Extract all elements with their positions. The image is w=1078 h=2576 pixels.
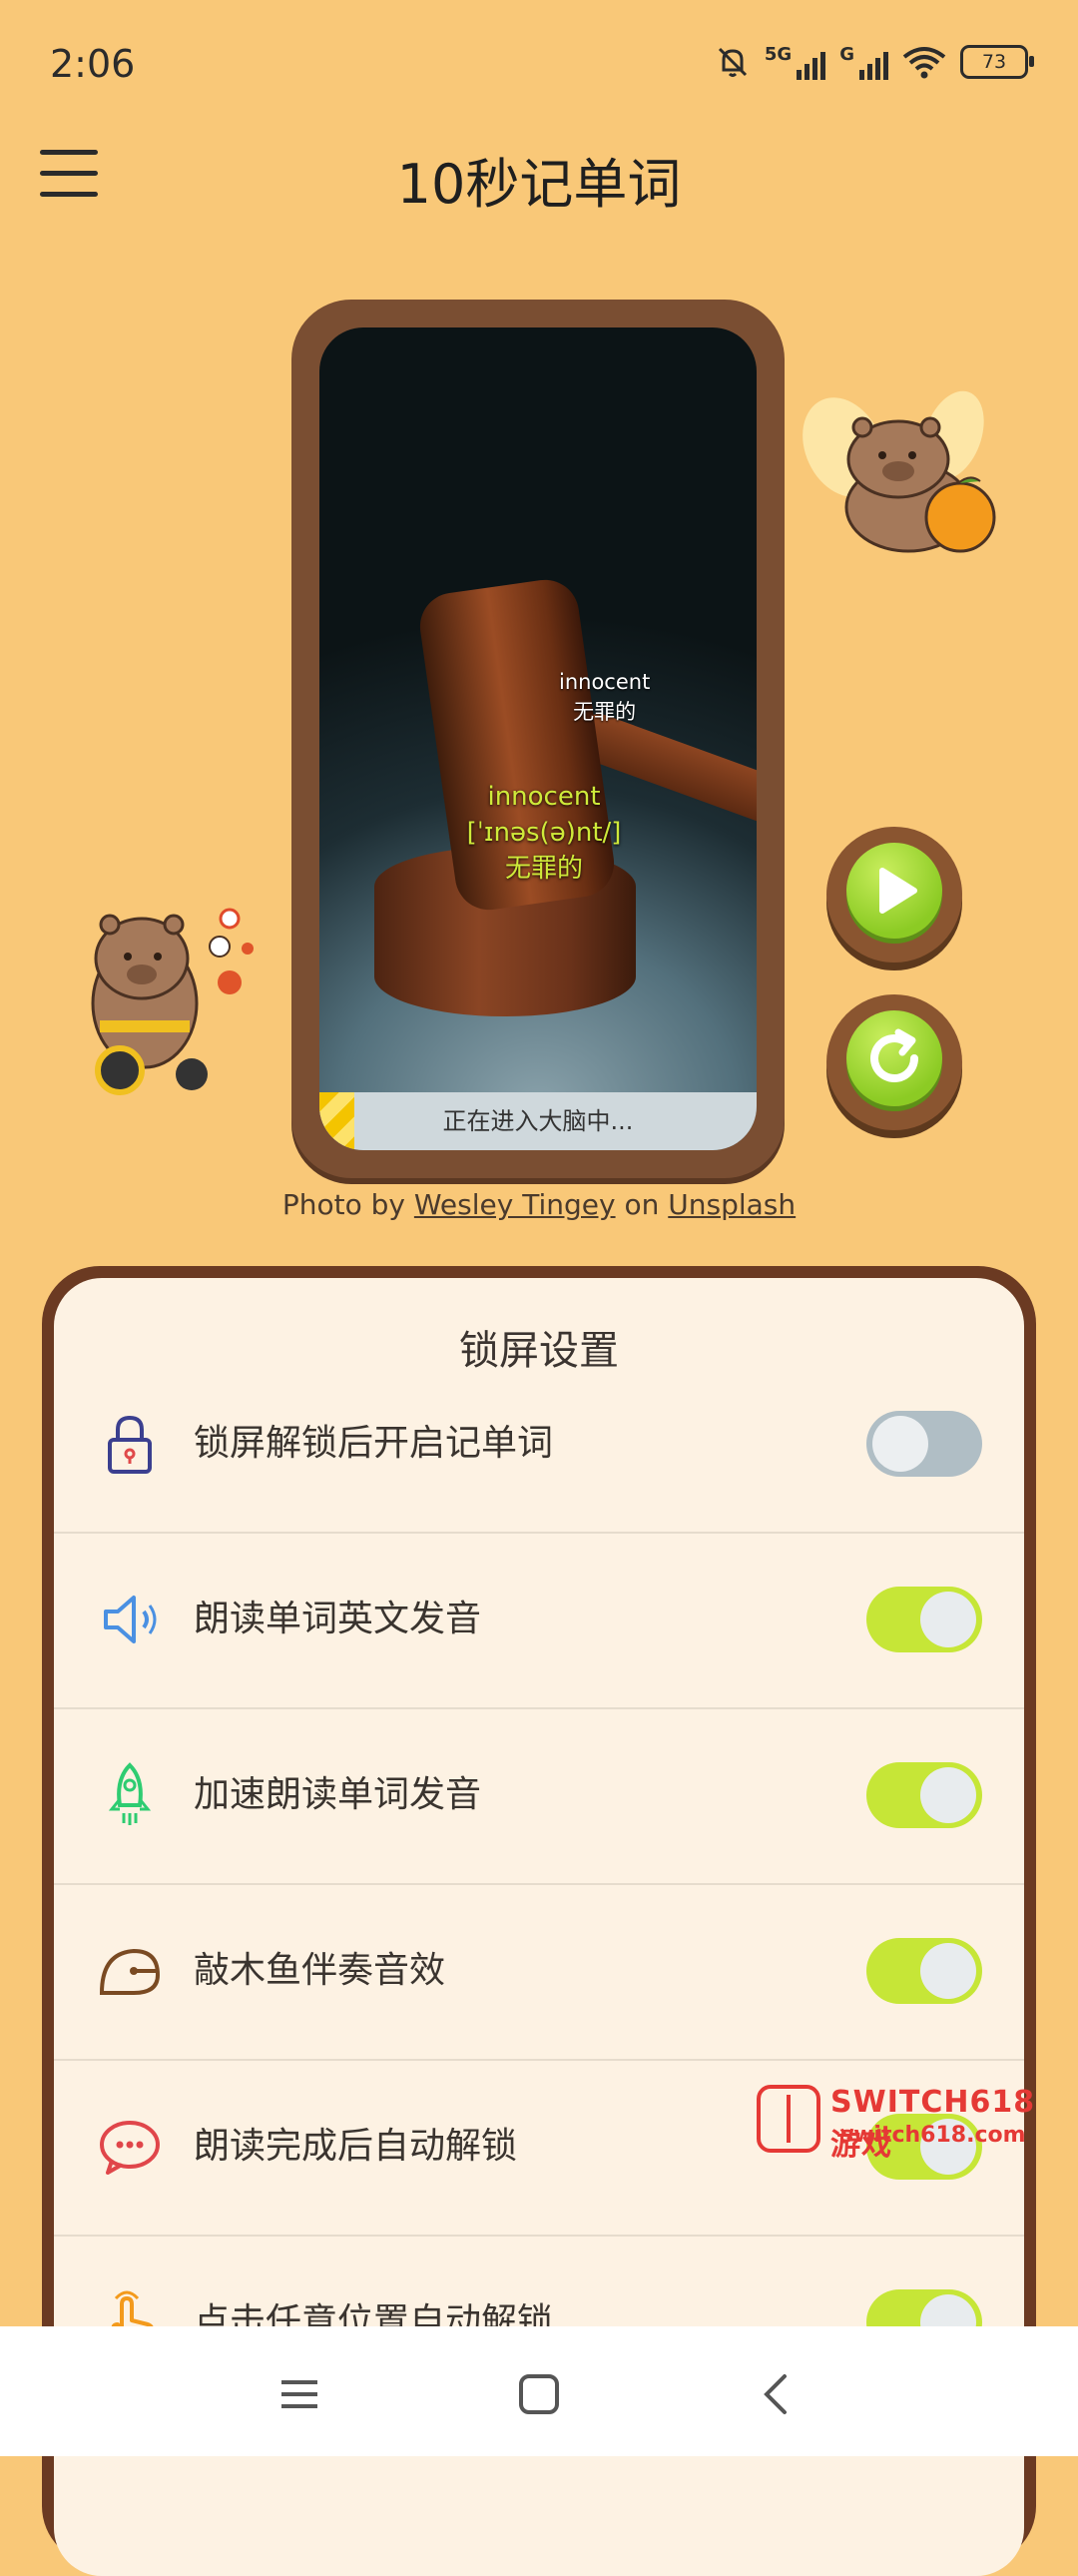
setting-label: 锁屏解锁后开启记单词: [194, 1423, 554, 1464]
status-time: 2:06: [50, 42, 136, 86]
lock-icon: [108, 1415, 152, 1474]
preview-word-big-en: innocent: [487, 782, 601, 812]
credit-author-link[interactable]: Wesley Tingey: [414, 1188, 616, 1221]
setting-label: 加速朗读单词发音: [194, 1774, 482, 1815]
setting-label: 敲木鱼伴奏音效: [194, 1950, 446, 1991]
preview-word-small: innocent 无罪的: [559, 667, 650, 727]
preview-phonetic: [ˈɪnəs(ə)nt/]: [466, 818, 622, 848]
refresh-icon: [870, 1028, 918, 1082]
preview-word-big-cn: 无罪的: [504, 854, 583, 884]
app-title: 10秒记单词: [396, 153, 682, 216]
preview-word-big: innocent [ˈɪnəs(ə)nt/] 无罪的: [439, 779, 649, 887]
watermark-line2: switch618.com: [840, 2123, 1026, 2148]
signal-5g-icon: 5G: [765, 44, 826, 80]
mute-bell-icon: [718, 47, 747, 77]
wifi-icon: [902, 47, 946, 79]
setting-row-speed-read[interactable]: 加速朗读单词发音: [54, 1707, 1024, 1885]
progress-bar: 正在进入大脑中...: [319, 1092, 757, 1150]
toggle-switch[interactable]: [866, 1587, 982, 1652]
system-nav-bar: [0, 2326, 1078, 2456]
switch-logo-icon: [757, 2085, 820, 2153]
credit-on: on: [624, 1188, 660, 1221]
status-icons: 5G G 73: [715, 44, 1034, 80]
setting-row-wooden-fish[interactable]: 敲木鱼伴奏音效: [54, 1883, 1024, 2061]
chat-bubble-icon: [100, 2121, 160, 2175]
wooden-fish-icon: [99, 1948, 161, 1995]
credit-prefix: Photo by: [281, 1188, 405, 1221]
signal-g-icon: G: [839, 44, 888, 80]
play-icon: [879, 868, 917, 914]
watermark: SWITCH618游戏 switch618.com: [757, 2085, 1056, 2163]
setting-label: 朗读单词英文发音: [194, 1599, 482, 1639]
speaker-icon: [104, 1596, 157, 1643]
toggle-switch[interactable]: [866, 1762, 982, 1828]
rocket-icon: [108, 1762, 152, 1825]
status-bar: 2:06 5G G 73: [0, 0, 1078, 130]
preview-word-small-cn: 无罪的: [573, 700, 637, 724]
back-icon[interactable]: [747, 2364, 807, 2424]
capybara-tricycle-sticker: [91, 908, 254, 1095]
capybara-bee-sticker: [803, 390, 996, 553]
play-button[interactable]: [826, 827, 962, 963]
preview-screen: innocent 无罪的 innocent [ˈɪnəs(ə)nt/] 无罪的 …: [319, 327, 757, 1150]
battery-icon: 73: [960, 45, 1034, 79]
setting-row-unlock-start[interactable]: 锁屏解锁后开启记单词: [54, 1356, 1024, 1534]
toggle-switch[interactable]: [866, 1938, 982, 2004]
setting-row-read-pronunciation[interactable]: 朗读单词英文发音: [54, 1532, 1024, 1709]
home-icon[interactable]: [509, 2364, 569, 2424]
recent-apps-icon[interactable]: [270, 2364, 329, 2424]
setting-label: 朗读完成后自动解锁: [194, 2126, 518, 2167]
photo-credit: Photo by Wesley Tingey on Unsplash: [0, 1188, 1078, 1221]
lockscreen-preview: innocent 无罪的 innocent [ˈɪnəs(ə)nt/] 无罪的 …: [291, 300, 785, 1178]
toggle-switch[interactable]: [866, 1411, 982, 1477]
refresh-button[interactable]: [826, 994, 962, 1130]
preview-word-small-en: innocent: [559, 670, 651, 694]
progress-text: 正在进入大脑中...: [442, 1107, 634, 1135]
credit-source-link[interactable]: Unsplash: [668, 1188, 796, 1221]
